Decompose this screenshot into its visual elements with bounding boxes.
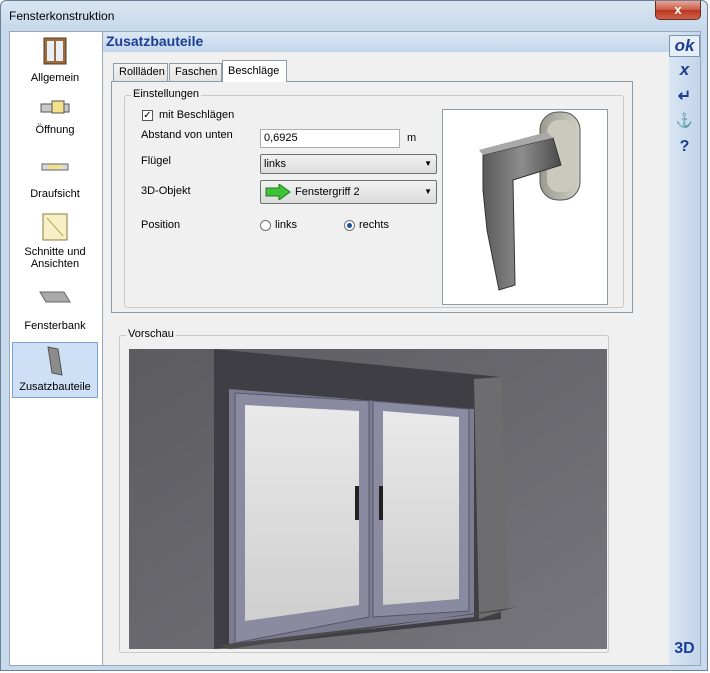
- stamp-icon[interactable]: ⚓: [669, 112, 700, 132]
- title-bar: Fensterkonstruktion x: [1, 1, 707, 31]
- cancel-button[interactable]: x: [669, 60, 700, 80]
- sidebar-item-allgemein[interactable]: Allgemein: [12, 36, 98, 90]
- wing-select-value: links: [264, 158, 287, 170]
- settings-group-label: Einstellungen: [131, 88, 202, 100]
- position-right-radio[interactable]: [344, 220, 355, 231]
- preview-group: Vorschau: [119, 328, 609, 653]
- chevron-down-icon: ▼: [424, 159, 432, 168]
- preview-group-label: Vorschau: [126, 328, 176, 340]
- sidebar-item-label: Schnitte und Ansichten: [24, 246, 86, 270]
- tab-faschen[interactable]: Faschen: [169, 63, 222, 81]
- settings-group: Einstellungen ✓ mit Beschlägen Abstand v…: [124, 88, 624, 308]
- wing-label: Flügel: [141, 155, 171, 167]
- right-toolbar: ok x ↵ ⚓ ? 3D: [669, 32, 700, 665]
- sidebar-item-label: Draufsicht: [30, 188, 80, 200]
- window-sill-icon: [39, 291, 71, 303]
- object-select[interactable]: Fenstergriff 2 ▼: [260, 180, 437, 204]
- opening-icon: [40, 100, 70, 114]
- section-view-icon: [42, 213, 68, 241]
- position-label: Position: [141, 219, 181, 231]
- sidebar-item-zusatzbauteile[interactable]: Zusatzbauteile: [12, 342, 98, 398]
- distance-input[interactable]: 0,6925: [260, 129, 400, 148]
- tab-content: Einstellungen ✓ mit Beschlägen Abstand v…: [111, 81, 633, 313]
- enter-icon[interactable]: ↵: [669, 86, 700, 106]
- position-right-label: rechts: [359, 219, 389, 231]
- sidebar-item-draufsicht[interactable]: Draufsicht: [12, 160, 98, 208]
- help-button[interactable]: ?: [669, 138, 700, 158]
- window-title: Fensterkonstruktion: [9, 9, 115, 23]
- window-icon: [43, 37, 67, 65]
- sidebar-item-label: Öffnung: [35, 124, 75, 136]
- sidebar-item-label: Allgemein: [30, 72, 80, 84]
- component-icon: [47, 346, 63, 376]
- panel-header: Zusatzbauteile: [103, 32, 669, 52]
- position-left-radio[interactable]: [260, 220, 271, 231]
- close-button[interactable]: x: [655, 1, 701, 20]
- ok-button[interactable]: ok: [669, 35, 700, 57]
- object-select-value: Fenstergriff 2: [295, 186, 360, 198]
- view-3d-button[interactable]: 3D: [669, 640, 700, 662]
- wing-select[interactable]: links ▼: [260, 154, 437, 174]
- sidebar: Allgemein Öffnung Draufsicht Schnitte un…: [10, 32, 103, 665]
- sidebar-item-label: Fensterbank: [24, 320, 86, 332]
- window-3d-preview: [129, 349, 607, 649]
- top-view-icon: [41, 163, 69, 171]
- panel-title: Zusatzbauteile: [106, 33, 204, 49]
- sidebar-item-oeffnung[interactable]: Öffnung: [12, 98, 98, 148]
- client-area: Allgemein Öffnung Draufsicht Schnitte un…: [9, 31, 701, 666]
- sidebar-item-label: Zusatzbauteile: [19, 381, 91, 393]
- distance-label: Abstand von unten: [141, 129, 233, 141]
- tab-rolllaeden[interactable]: Rollläden: [113, 63, 168, 81]
- position-left-label: links: [275, 219, 298, 231]
- green-arrow-icon: [265, 184, 291, 200]
- sidebar-item-fensterbank[interactable]: Fensterbank: [12, 288, 98, 338]
- tab-beschlaege[interactable]: Beschläge: [222, 60, 287, 82]
- hardware-checkbox[interactable]: ✓: [142, 110, 153, 121]
- object-label: 3D-Objekt: [141, 185, 191, 197]
- object-preview: [442, 109, 608, 305]
- sidebar-item-schnitte[interactable]: Schnitte und Ansichten: [12, 212, 98, 276]
- window-3d-render: [129, 349, 607, 649]
- window-handle-image: [479, 111, 581, 291]
- hardware-checkbox-label: mit Beschlägen: [159, 109, 235, 121]
- chevron-down-icon: ▼: [424, 187, 432, 196]
- distance-unit: m: [407, 132, 417, 144]
- main-panel: Zusatzbauteile Rollläden Faschen Beschlä…: [103, 32, 669, 665]
- dialog-window: Fensterkonstruktion x Allgemein Öffnung: [0, 0, 708, 671]
